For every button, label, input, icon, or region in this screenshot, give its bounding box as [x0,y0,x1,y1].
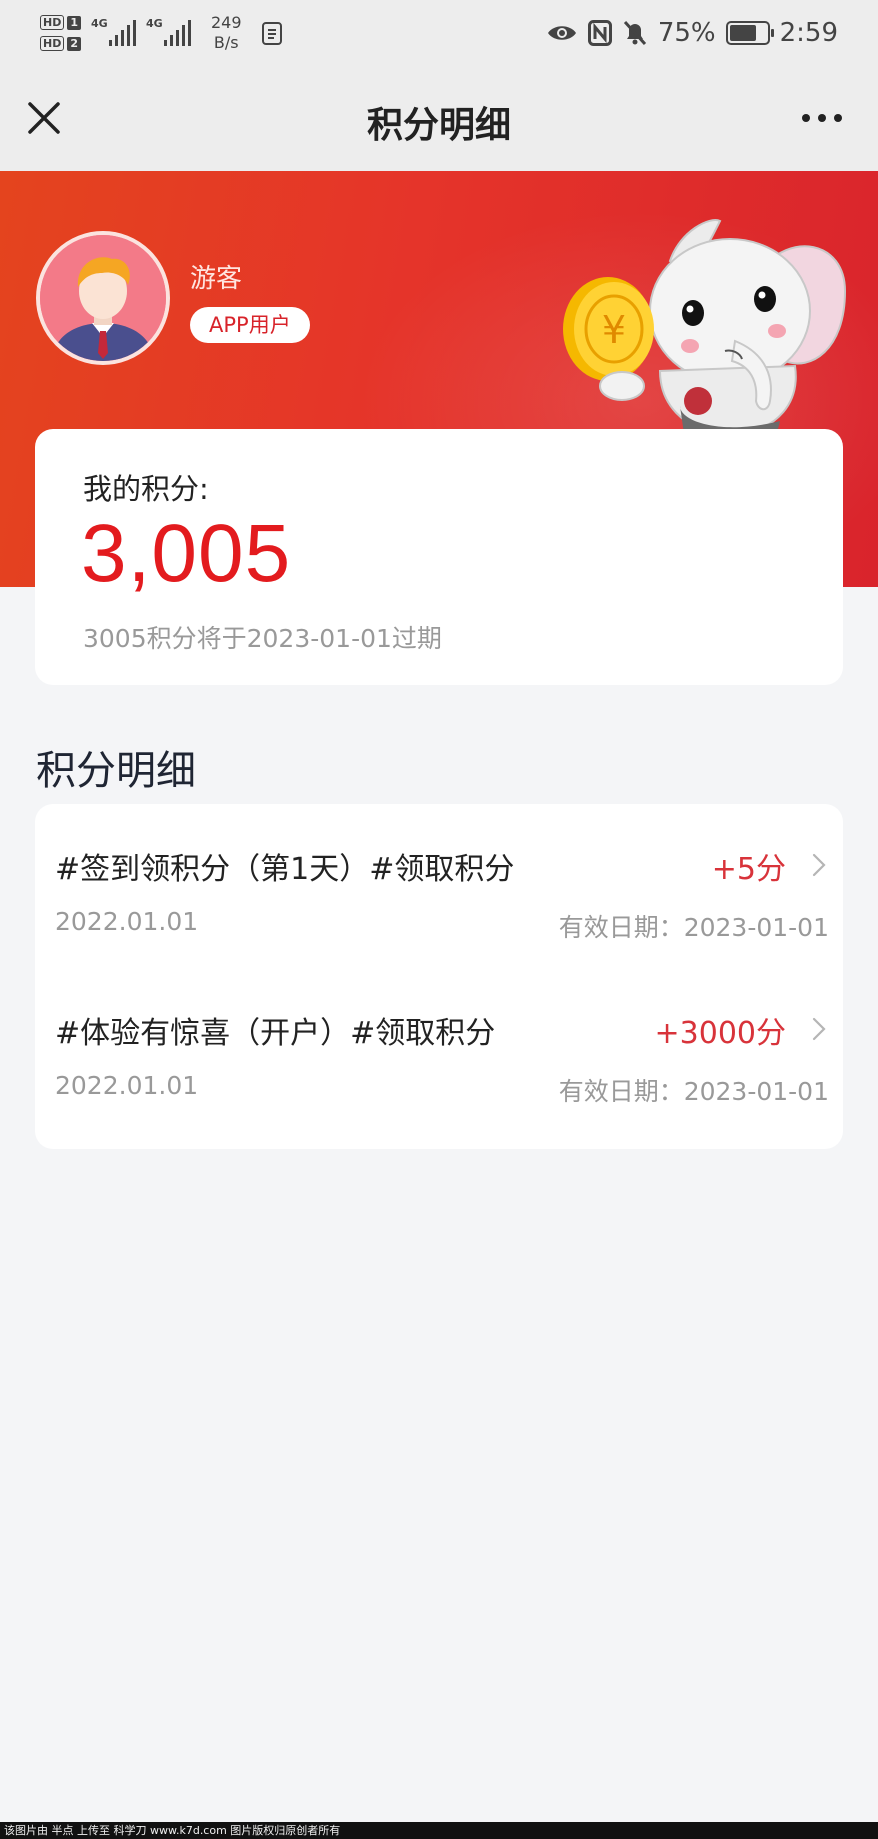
status-left: HD 1 HD 2 4G 4G 249 B/s [40,10,286,56]
sim1-hd-label: HD [40,15,65,30]
item-title: #体验有惊喜（开户）#领取积分 [55,1016,496,1051]
network1-label: 4G [91,17,108,30]
points-expire-text: 3005积分将于2023-01-01过期 [83,624,442,653]
eye-icon [547,26,576,40]
list-item[interactable]: #体验有惊喜（开户）#领取积分 +3000分 2022.01.01 有效日期：2… [35,968,843,1128]
status-bar: HD 1 HD 2 4G 4G 249 B/s 75% 2:59 [0,0,878,66]
sim-indicators: HD 1 HD 2 [40,15,81,51]
watermark-bar: 该图片由 半点 上传至 科学刀 www.k7d.com 图片版权归原创者所有 [0,1822,878,1839]
sim1-indicator: HD 1 [40,15,81,30]
details-list: #签到领积分（第1天）#领取积分 +5分 2022.01.01 有效日期：202… [35,804,843,1149]
nav-bar: 积分明细 [0,66,878,171]
avatar-person-icon [40,235,166,361]
sim2-indicator: HD 2 [40,36,81,51]
network-speed: 249 B/s [211,13,242,53]
page-title: 积分明细 [366,105,511,146]
item-valid-date: 有效日期：2023-01-01 [558,1077,829,1106]
battery-percent: 75% [657,18,716,48]
clock: 2:59 [779,18,838,48]
item-points: +3000分 [654,1016,786,1051]
bell-muted-icon [623,20,646,46]
avatar [36,231,170,365]
chevron-right-icon [812,853,826,877]
sim2-index: 2 [67,36,81,51]
points-value: 3,005 [81,508,292,599]
item-valid-date: 有效日期：2023-01-01 [558,913,829,942]
clipboard-icon [261,22,282,45]
details-section-title: 积分明细 [36,748,196,794]
chevron-right-icon [812,1017,826,1041]
signal-1-icon: 4G [91,17,136,46]
points-label: 我的积分: [83,472,209,506]
item-date: 2022.01.01 [55,1071,199,1100]
list-item[interactable]: #签到领积分（第1天）#领取积分 +5分 2022.01.01 有效日期：202… [35,804,843,964]
svg-text:¥: ¥ [602,308,626,352]
item-points: +5分 [711,852,786,887]
sim1-index: 1 [67,15,81,30]
sim2-hd-label: HD [40,36,65,51]
user-type-badge: APP用户 [190,307,310,343]
item-date: 2022.01.01 [55,907,199,936]
battery-icon [725,21,774,45]
more-icon[interactable] [802,114,842,122]
speed-unit: B/s [213,33,239,52]
speed-value: 249 [211,13,242,32]
points-card: 我的积分: 3,005 3005积分将于2023-01-01过期 [35,429,843,685]
status-right: 75% 2:59 [546,14,838,52]
item-title: #签到领积分（第1天）#领取积分 [55,852,515,887]
username: 游客 [190,264,243,294]
signal-2-icon: 4G [146,17,191,46]
nfc-icon [587,20,612,46]
network2-label: 4G [146,17,163,30]
